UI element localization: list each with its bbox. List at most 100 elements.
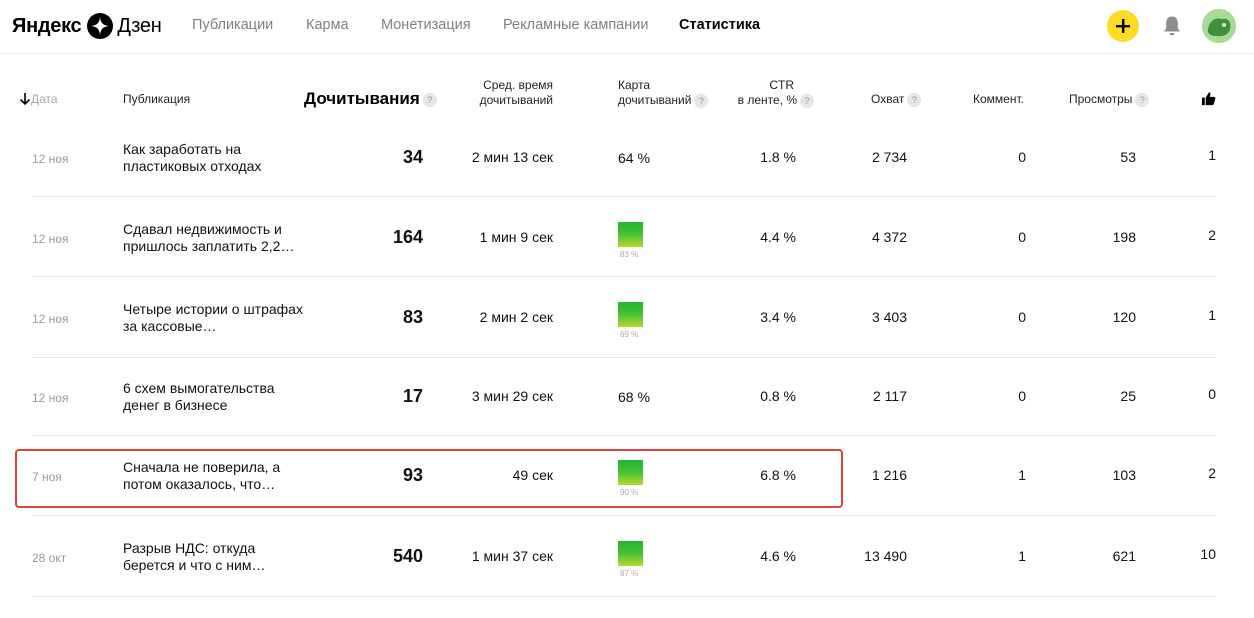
row-reads: 540 — [392, 546, 423, 566]
nav-item-ad-campaigns[interactable]: Рекламные кампании — [503, 17, 648, 33]
help-icon[interactable]: ? — [800, 93, 814, 108]
row-title-link[interactable]: 6 схем вымогательства денег в бизнесе — [123, 380, 303, 414]
table-row[interactable]: 12 ноя Как заработать на пластиковых отхо… — [32, 118, 1216, 197]
top-bar: Яндекс Дзен Публикации Карма Монетизация… — [0, 0, 1254, 54]
row-ctr: 1.8 % — [760, 148, 796, 165]
row-reach: 2 117 — [873, 388, 907, 404]
row-comments: 0 — [1018, 228, 1026, 245]
nav-item-karma[interactable]: Карма — [306, 17, 349, 33]
column-label-ctr-2: в ленте, % — [737, 93, 797, 107]
table-row[interactable]: 7 ноя Сначала не поверила, а потом оказал… — [32, 436, 1216, 516]
column-label-date: Дата — [31, 92, 58, 106]
row-ctr: 4.6 % — [760, 548, 796, 564]
row-reach: 4 372 — [871, 228, 907, 245]
row-likes: 2 — [1208, 465, 1216, 481]
row-reach: 2 734 — [871, 148, 907, 165]
column-label-reads: Дочитывания — [304, 89, 420, 108]
row-avg-time: 2 мин 2 сек — [479, 309, 553, 325]
row-ctr: 4.4 % — [760, 228, 796, 245]
help-icon[interactable]: ? — [422, 92, 437, 107]
row-likes: 0 — [1208, 386, 1216, 402]
table-row[interactable]: 12 ноя Четыре истории о штрафах за кассов… — [32, 278, 1216, 358]
column-label-map-2: дочитываний — [618, 93, 692, 107]
row-reads: 164 — [392, 226, 423, 247]
nav-item-publications[interactable]: Публикации — [192, 17, 273, 33]
column-label-map-1: Карта — [618, 78, 651, 92]
row-date: 12 ноя — [32, 231, 69, 246]
row-avg-time: 49 сек — [512, 467, 553, 483]
read-map-heat-bar[interactable] — [618, 302, 643, 327]
row-ctr: 6.8 % — [760, 467, 796, 483]
nav-item-statistics[interactable]: Статистика — [679, 17, 760, 33]
row-avg-time: 3 мин 29 сек — [471, 388, 553, 404]
help-icon[interactable]: ? — [907, 92, 922, 107]
row-date: 28 окт — [32, 551, 67, 565]
column-header-comments[interactable]: Коммент. — [973, 92, 1024, 107]
column-header-reads[interactable]: Дочитывания? — [304, 89, 437, 108]
read-map-heat-bar[interactable] — [618, 541, 643, 566]
row-title-link[interactable]: Сначала не поверила, а потом оказалось, … — [123, 459, 303, 493]
column-header-ctr[interactable]: CTR в ленте, %? — [722, 78, 814, 108]
thumbs-up-icon — [1201, 92, 1216, 106]
plus-icon — [1116, 19, 1130, 33]
table-row[interactable]: 12 ноя Сдавал недвижимость и пришлось зап… — [32, 198, 1216, 277]
row-reads: 83 — [402, 307, 423, 327]
row-date: 7 ноя — [32, 470, 62, 484]
read-map-percent: 68 % — [618, 389, 650, 405]
column-label-views: Просмотры — [1069, 92, 1133, 106]
column-label-ctr-1: CTR — [769, 78, 794, 92]
help-icon[interactable]: ? — [1135, 92, 1150, 107]
column-header-date[interactable]: Дата — [19, 92, 58, 107]
row-ctr: 0.8 % — [760, 388, 796, 404]
row-date: 12 ноя — [32, 391, 69, 405]
row-likes: 2 — [1208, 226, 1216, 243]
column-header-publication[interactable]: Публикация — [123, 92, 190, 107]
add-button[interactable] — [1107, 10, 1139, 42]
row-comments: 0 — [1018, 388, 1026, 404]
yandex-zen-logo[interactable]: Яндекс Дзен — [12, 12, 162, 40]
row-likes: 10 — [1200, 546, 1216, 562]
read-map-heat-bar[interactable] — [618, 460, 643, 485]
bell-icon[interactable] — [1162, 15, 1182, 37]
read-map-heat-bar[interactable] — [618, 221, 643, 247]
row-likes: 1 — [1208, 146, 1216, 163]
column-header-views[interactable]: Просмотры? — [1069, 92, 1150, 107]
read-map-percent: 69 % — [620, 330, 639, 339]
row-date: 12 ноя — [32, 151, 69, 166]
logo-zen-text: Дзен — [117, 14, 162, 37]
row-avg-time: 1 мин 37 сек — [471, 548, 553, 564]
row-reach: 1 216 — [871, 467, 907, 483]
table-row[interactable]: 12 ноя 6 схем вымогательства денег в бизн… — [32, 358, 1216, 436]
column-header-reach[interactable]: Охват? — [871, 92, 922, 107]
row-comments: 1 — [1018, 548, 1026, 564]
row-reads: 17 — [402, 386, 423, 406]
table-row[interactable]: 28 окт Разрыв НДС: откуда берется и что с… — [32, 517, 1216, 597]
row-title-link[interactable]: Четыре истории о штрафах за кассовые… — [123, 301, 303, 335]
column-header-likes[interactable] — [1201, 91, 1216, 110]
row-reads: 34 — [402, 146, 423, 167]
column-label-comments: Коммент. — [973, 92, 1024, 106]
read-map-percent: 83 % — [620, 249, 639, 259]
row-likes: 1 — [1208, 307, 1216, 323]
read-map-percent: 87 % — [620, 569, 639, 578]
row-title-link[interactable]: Разрыв НДС: откуда берется и что с ним… — [123, 540, 303, 574]
nav-item-monetization[interactable]: Монетизация — [381, 17, 471, 33]
column-label-reach: Охват — [871, 92, 905, 106]
row-title-link[interactable]: Как заработать на пластиковых отходах — [123, 141, 303, 175]
row-comments: 1 — [1018, 467, 1026, 483]
column-label-publication: Публикация — [123, 92, 191, 106]
zen-star-icon — [87, 13, 114, 39]
row-reads: 93 — [402, 465, 423, 485]
help-icon[interactable]: ? — [694, 93, 709, 108]
column-label-avg-time-2: дочитываний — [479, 93, 553, 107]
row-date: 12 ноя — [32, 312, 69, 326]
read-map-percent: 64 % — [618, 149, 650, 166]
sort-down-arrow-icon — [19, 93, 31, 106]
logo-yandex-text: Яндекс — [12, 14, 82, 37]
row-title-link[interactable]: Сдавал недвижимость и пришлось заплатить… — [123, 221, 303, 255]
column-header-read-map[interactable]: Карта дочитываний? — [618, 78, 709, 108]
row-reach: 13 490 — [864, 548, 907, 564]
row-reach: 3 403 — [871, 309, 907, 325]
column-header-avg-time[interactable]: Сред. время дочитываний — [464, 78, 553, 108]
avatar[interactable] — [1202, 9, 1236, 43]
